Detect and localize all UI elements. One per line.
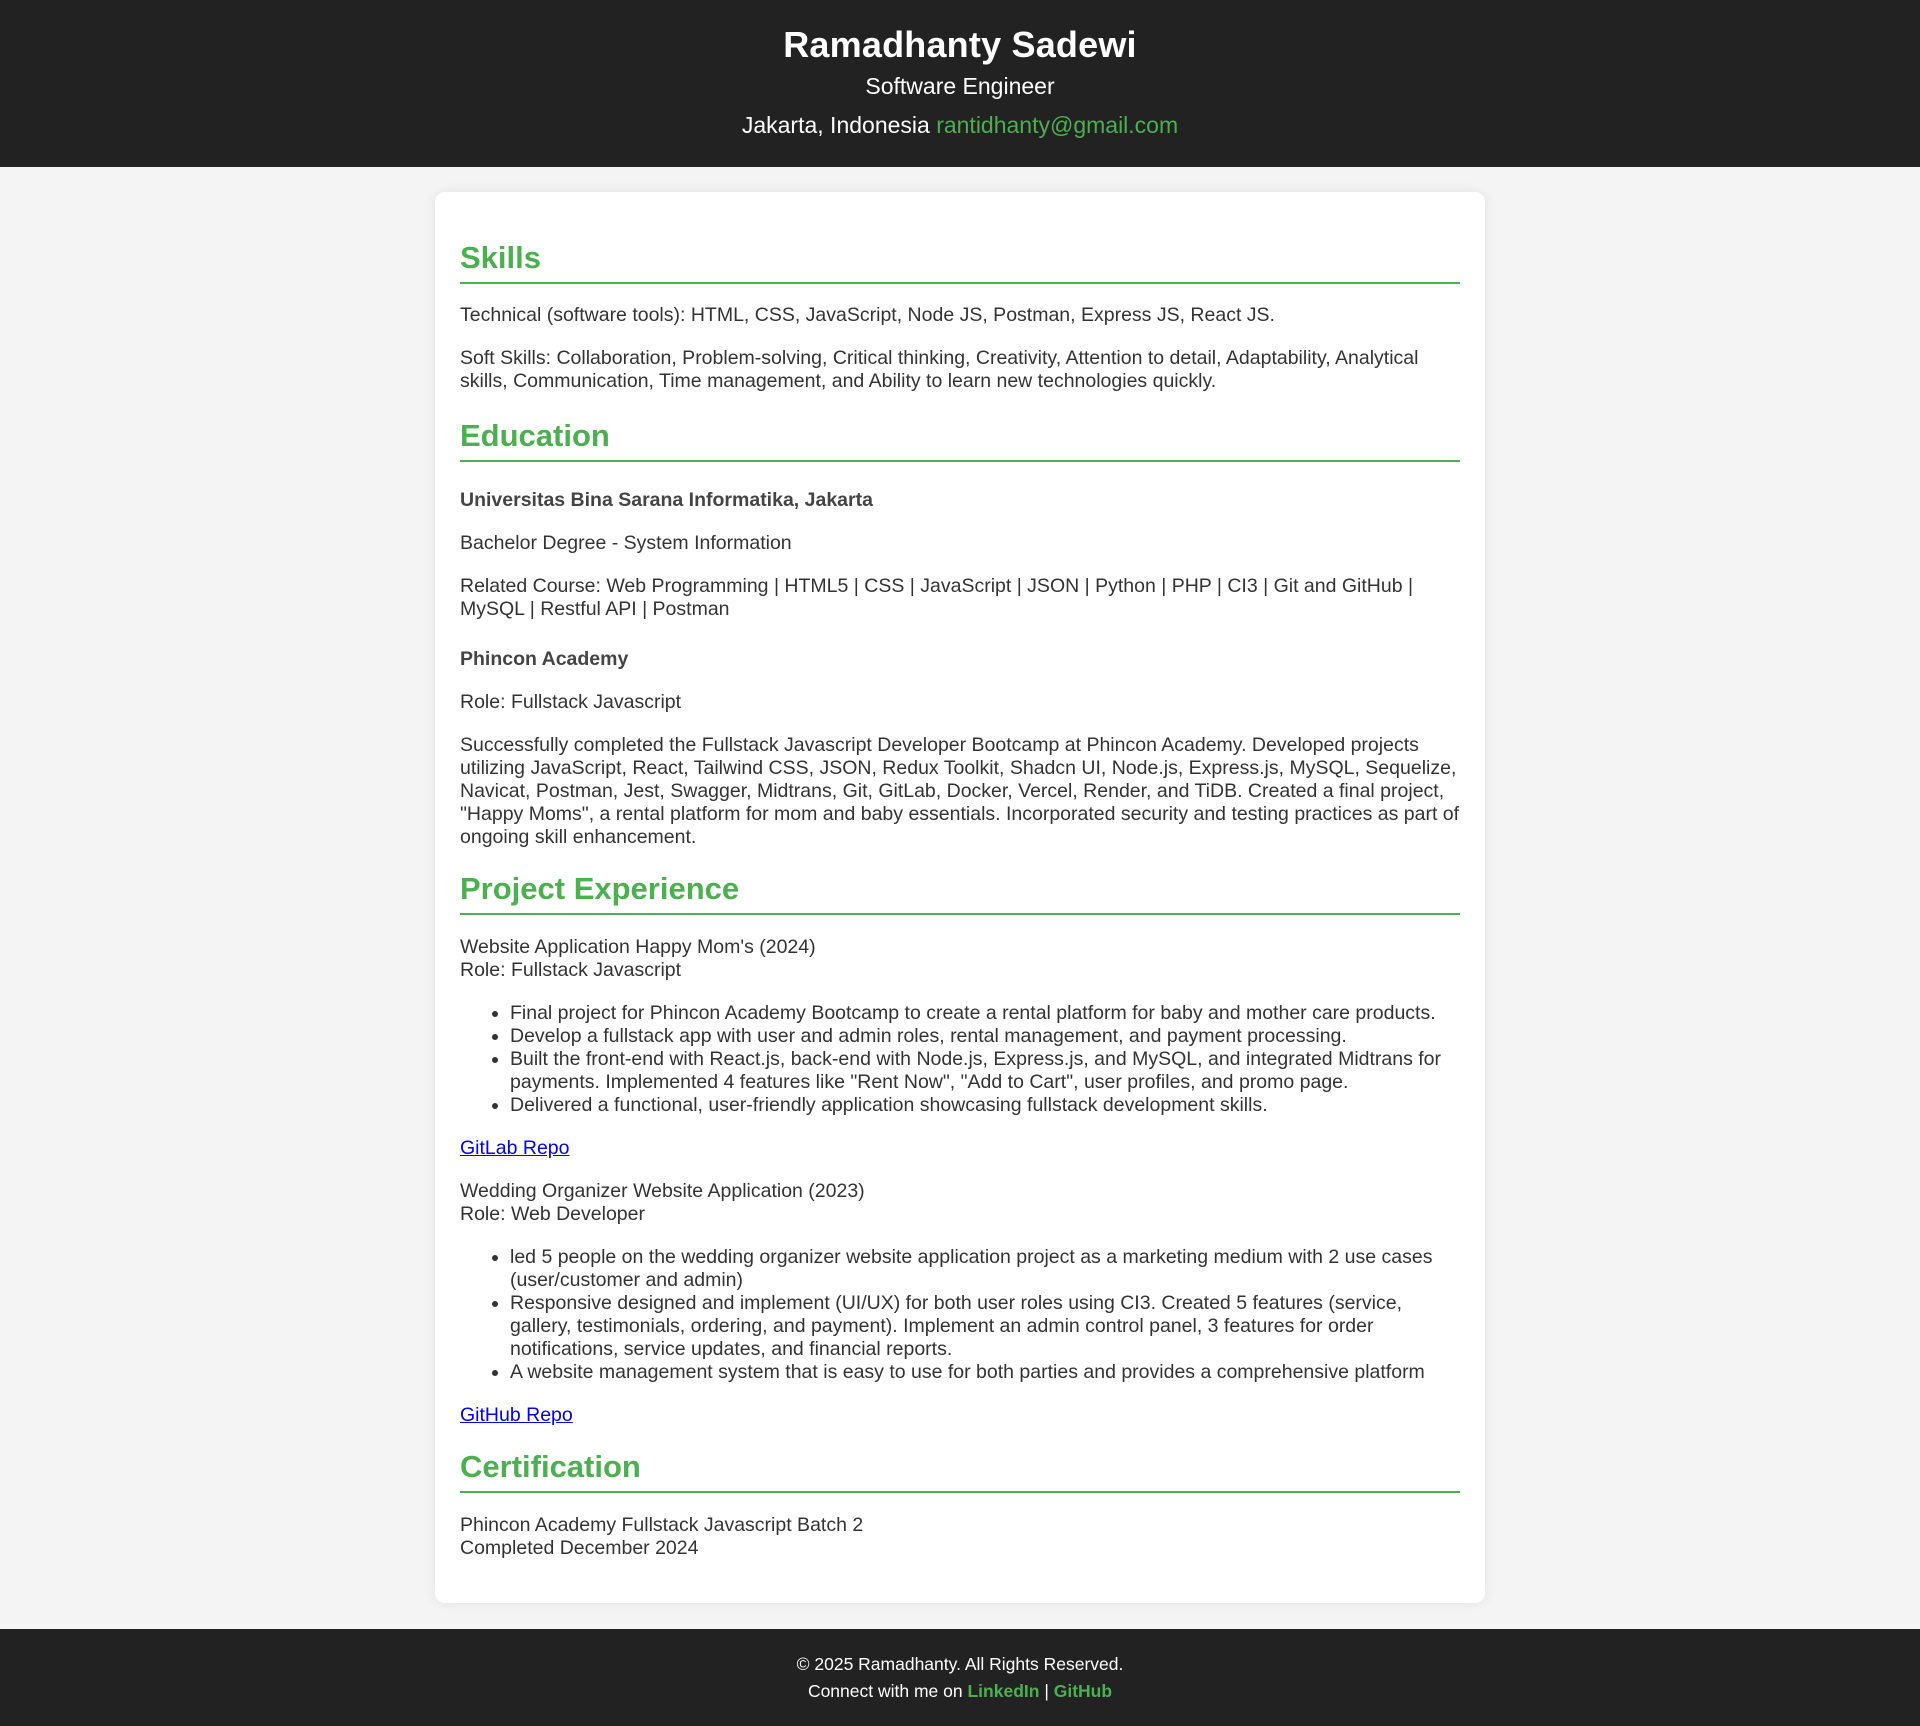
education-courses: Related Course: Web Programming | HTML5 … [460, 575, 1414, 620]
list-item: Develop a fullstack app with user and ad… [510, 1025, 1460, 1048]
project-title: Website Application Happy Mom's (2024) [460, 936, 816, 958]
education-description: Successfully completed the Fullstack Jav… [460, 734, 1460, 848]
site-footer: © 2025 Ramadhanty. All Rights Reserved. … [0, 1629, 1920, 1726]
contact-line: Jakarta, Indonesia rantidhanty@gmail.com [0, 109, 1920, 141]
site-header: Ramadhanty Sadewi Software Engineer Jaka… [0, 0, 1920, 167]
education-section: Education Universitas Bina Sarana Inform… [460, 418, 1460, 849]
github-repo-link[interactable]: GitHub Repo [460, 1404, 573, 1426]
projects-heading: Project Experience [460, 871, 1460, 915]
list-item: Built the front-end with React.js, back-… [510, 1048, 1460, 1094]
education-org: Universitas Bina Sarana Informatika, Jak… [460, 489, 873, 511]
certification-name: Phincon Academy Fullstack Javascript Bat… [460, 1514, 864, 1536]
connect-text: Connect with me on [807, 1681, 963, 1701]
project-role: Role: Web Developer [460, 1203, 645, 1225]
list-item: Final project for Phincon Academy Bootca… [510, 1002, 1460, 1025]
certification-section: Certification Phincon Academy Fullstack … [460, 1449, 1460, 1560]
education-heading: Education [460, 418, 1460, 462]
projects-section: Project Experience Website Application H… [460, 871, 1460, 1427]
soft-skills: Soft Skills: Collaboration, Problem-solv… [460, 347, 1419, 392]
skills-heading: Skills [460, 240, 1460, 284]
resume-card: Skills Technical (software tools): HTML,… [435, 192, 1485, 1603]
project-role: Role: Fullstack Javascript [460, 959, 682, 981]
project-bullets: Final project for Phincon Academy Bootca… [460, 1002, 1460, 1117]
connect-line: Connect with me on LinkedIn | GitHub [0, 1678, 1920, 1705]
list-item: Responsive designed and implement (UI/UX… [510, 1292, 1460, 1361]
project-title: Wedding Organizer Website Application (2… [460, 1180, 865, 1202]
email-link[interactable]: rantidhanty@gmail.com [936, 112, 1178, 138]
project-bullets: led 5 people on the wedding organizer we… [460, 1246, 1460, 1384]
github-link[interactable]: GitHub [1054, 1681, 1112, 1701]
project-item: Website Application Happy Mom's (2024) R… [460, 936, 1460, 1160]
education-degree: Bachelor Degree - System Information [460, 532, 792, 554]
separator: | [1044, 1681, 1049, 1701]
list-item: led 5 people on the wedding organizer we… [510, 1246, 1460, 1292]
certification-heading: Certification [460, 1449, 1460, 1493]
education-role: Role: Fullstack Javascript [460, 691, 682, 713]
profile-name: Ramadhanty Sadewi [783, 24, 1137, 65]
list-item: A website management system that is easy… [510, 1361, 1460, 1384]
list-item: Delivered a functional, user-friendly ap… [510, 1094, 1460, 1117]
location-text: Jakarta, Indonesia [741, 112, 930, 138]
project-item: Wedding Organizer Website Application (2… [460, 1180, 1460, 1427]
copyright-text: © 2025 Ramadhanty. All Rights Reserved. [796, 1654, 1124, 1674]
skills-section: Skills Technical (software tools): HTML,… [460, 240, 1460, 393]
technical-skills: Technical (software tools): HTML, CSS, J… [460, 304, 1275, 326]
gitlab-repo-link[interactable]: GitLab Repo [460, 1137, 570, 1159]
education-org: Phincon Academy [460, 648, 629, 670]
linkedin-link[interactable]: LinkedIn [967, 1681, 1039, 1701]
profile-title: Software Engineer [865, 73, 1055, 99]
certification-date: Completed December 2024 [460, 1537, 699, 1559]
